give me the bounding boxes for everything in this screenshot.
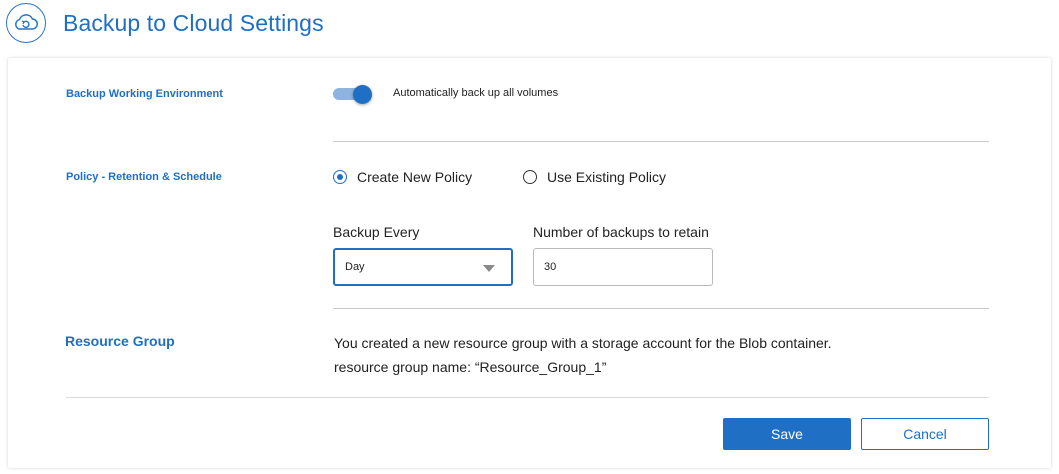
retain-count-input[interactable] [533,248,713,286]
use-existing-policy-radio[interactable] [523,170,537,184]
cancel-button[interactable]: Cancel [861,418,989,450]
policy-label: Policy - Retention & Schedule [66,171,222,183]
create-new-policy-label[interactable]: Create New Policy [357,169,472,185]
page-title: Backup to Cloud Settings [63,10,324,36]
create-new-policy-radio[interactable] [333,170,347,184]
toggle-knob[interactable] [353,85,372,104]
auto-backup-toggle-label: Automatically back up all volumes [393,87,559,99]
divider [333,141,989,142]
page-header: Backup to Cloud Settings [0,0,1059,52]
divider [333,308,989,309]
backup-every-label: Backup Every [333,224,420,240]
working-environment-label: Backup Working Environment [66,88,223,100]
retain-label: Number of backups to retain [533,224,709,240]
cloud-backup-icon [6,3,46,43]
use-existing-policy-label[interactable]: Use Existing Policy [547,169,666,185]
backup-every-select[interactable]: Day [333,248,513,286]
save-button[interactable]: Save [723,418,851,450]
settings-card [8,58,1051,468]
footer-divider [66,397,989,398]
resource-group-label: Resource Group [65,333,175,349]
chevron-down-icon [483,265,495,272]
resource-group-name: resource group name: “Resource_Group_1” [334,359,607,375]
backup-every-value: Day [345,261,365,273]
auto-backup-toggle[interactable] [333,85,373,104]
resource-group-description: You created a new resource group with a … [334,335,832,351]
